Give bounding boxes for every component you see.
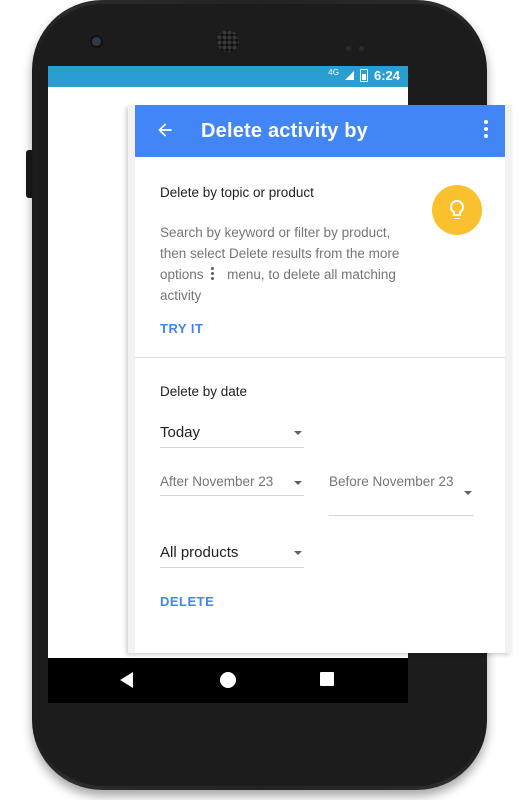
card-content: Delete activity by Delete by topic or pr… [135,105,505,653]
lightbulb-icon [432,185,482,235]
more-vert-icon[interactable] [483,120,489,142]
topic-section-heading: Delete by topic or product [160,185,314,200]
before-date-value: Before November 23 [329,474,454,489]
date-section-heading: Delete by date [160,384,248,399]
try-it-button[interactable]: TRY IT [160,321,203,336]
date-range-select[interactable]: Today [160,421,304,448]
network-type: 4G [328,67,339,77]
more-options-inline-icon [211,267,215,280]
topic-section-description: Search by keyword or filter by product, … [160,222,420,306]
front-camera-icon [92,37,101,46]
after-date-select[interactable]: After November 23 [160,471,304,496]
dropdown-caret-icon [464,491,472,495]
sensor-dots [346,38,372,56]
status-icons: 4G 6:24 [328,68,400,83]
before-date-select[interactable]: Before November 23 [329,471,474,516]
phone-side-button [26,150,32,198]
nav-home-icon[interactable] [220,672,236,688]
system-nav-bar [48,658,408,703]
dropdown-caret-icon [294,431,302,435]
earpiece-speaker-icon [217,30,239,52]
nav-recents-icon[interactable] [320,672,334,686]
dropdown-caret-icon [294,551,302,555]
delete-activity-card: Delete activity by Delete by topic or pr… [128,105,512,653]
signal-icon [344,71,354,80]
product-select[interactable]: All products [160,541,304,568]
product-value: All products [160,544,239,561]
dropdown-caret-icon [294,481,302,485]
after-date-value: After November 23 [160,474,274,489]
date-range-value: Today [160,424,201,441]
section-divider [135,357,505,358]
delete-button[interactable]: DELETE [160,594,214,609]
nav-back-icon[interactable] [120,672,133,688]
battery-charging-icon [359,69,368,82]
status-bar: 4G 6:24 [48,66,408,87]
back-arrow-icon[interactable] [155,120,175,140]
page-title: Delete activity by [201,120,369,142]
app-bar: Delete activity by [135,105,505,157]
status-time: 6:24 [373,68,400,83]
